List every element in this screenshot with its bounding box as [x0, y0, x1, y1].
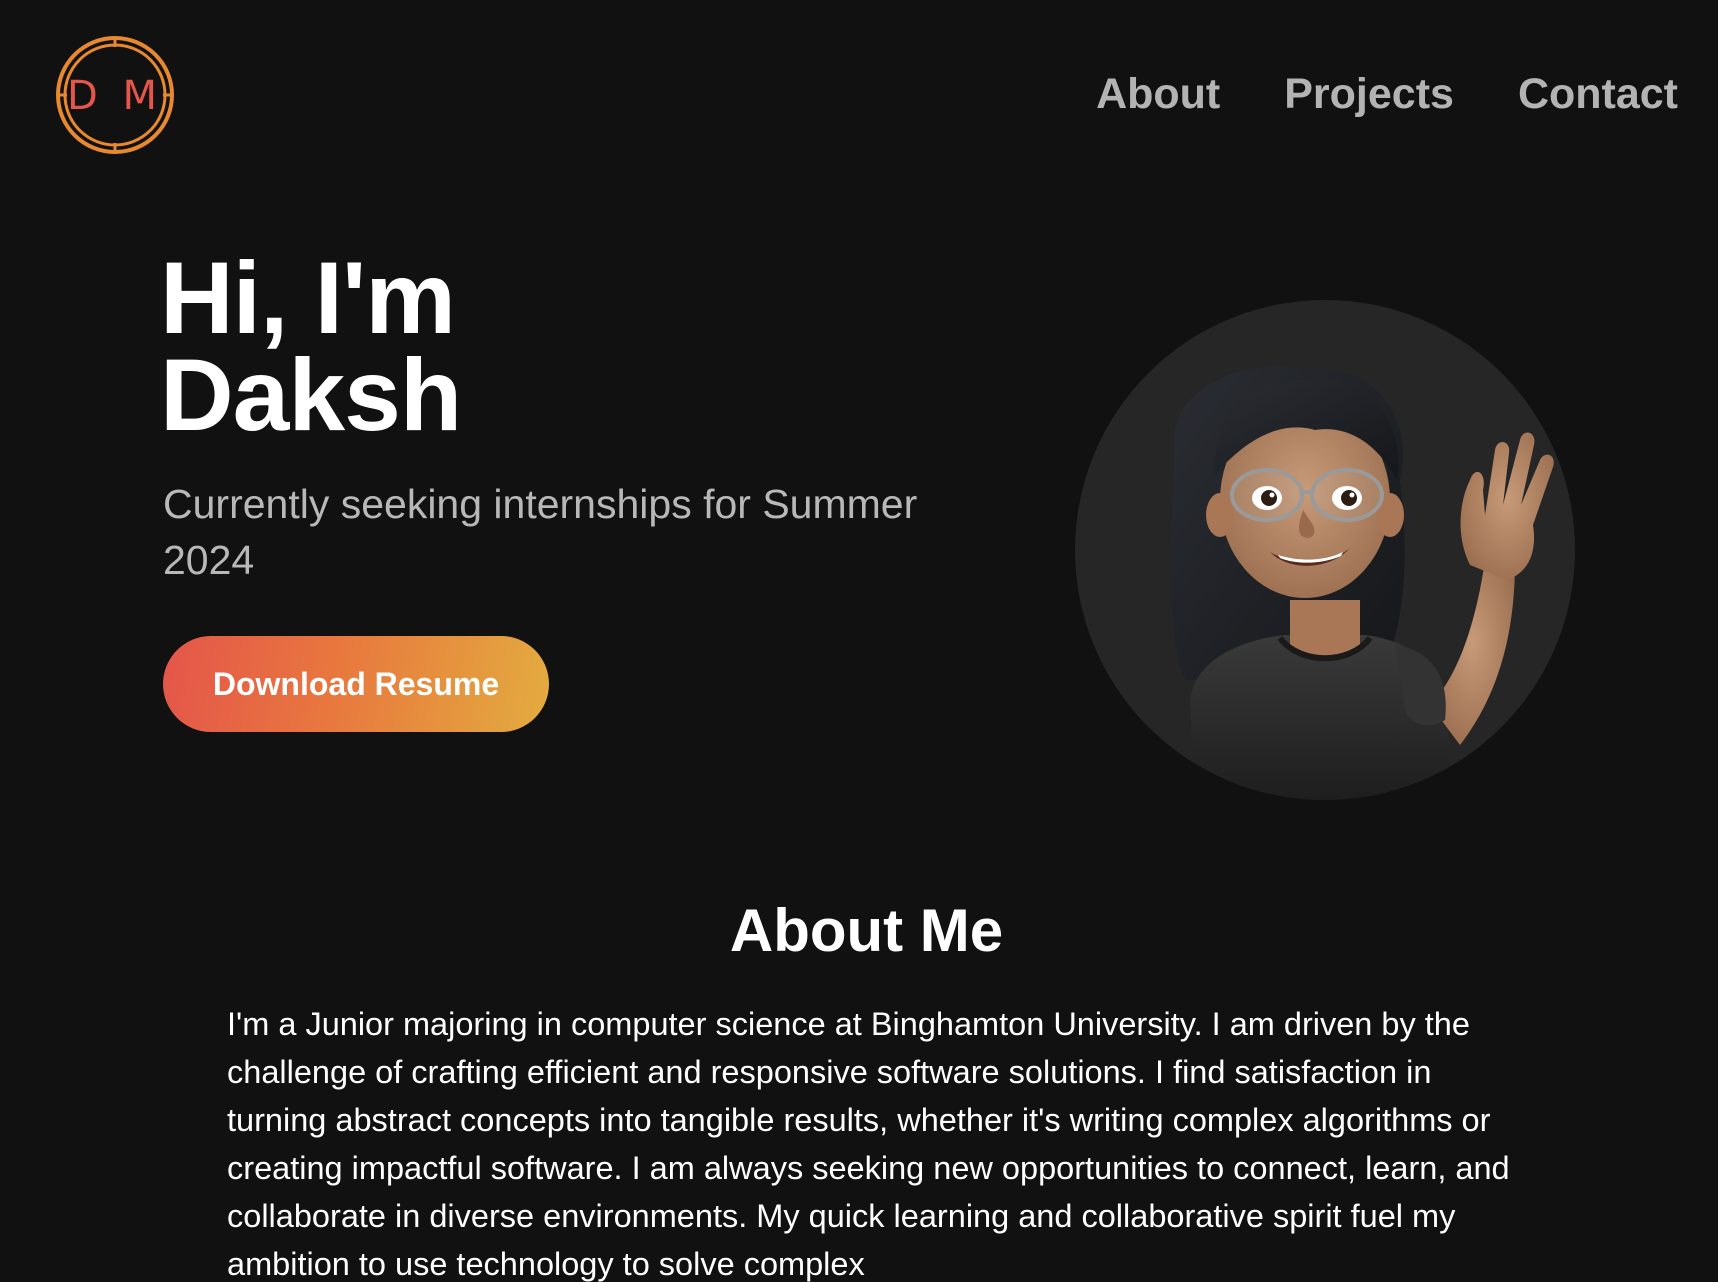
portfolio-page: D M About Projects Contact Hi, I'm Daksh…: [0, 0, 1718, 1282]
nav-projects-link[interactable]: Projects: [1284, 68, 1454, 120]
nav-contact-link[interactable]: Contact: [1518, 68, 1678, 120]
download-resume-button[interactable]: Download Resume: [163, 636, 549, 732]
avatar: [1075, 300, 1575, 800]
dm-monogram-logo-icon: D M: [56, 36, 174, 154]
hero-heading: Hi, I'm Daksh: [160, 241, 462, 452]
hero-subtitle: Currently seeking internships for Summer…: [163, 481, 918, 583]
hero-greeting: Hi, I'm: [160, 241, 456, 355]
main-nav: About Projects Contact: [1096, 68, 1678, 120]
dm-logo[interactable]: D M: [55, 35, 175, 155]
hero-name: Daksh: [160, 338, 462, 452]
memoji-waving-avatar-icon: [1075, 300, 1575, 800]
about-paragraph: I'm a Junior majoring in computer scienc…: [227, 1006, 1510, 1282]
logo-letters: D M: [67, 73, 163, 119]
nav-about-link[interactable]: About: [1096, 68, 1220, 120]
about-heading: About Me: [729, 897, 1004, 964]
